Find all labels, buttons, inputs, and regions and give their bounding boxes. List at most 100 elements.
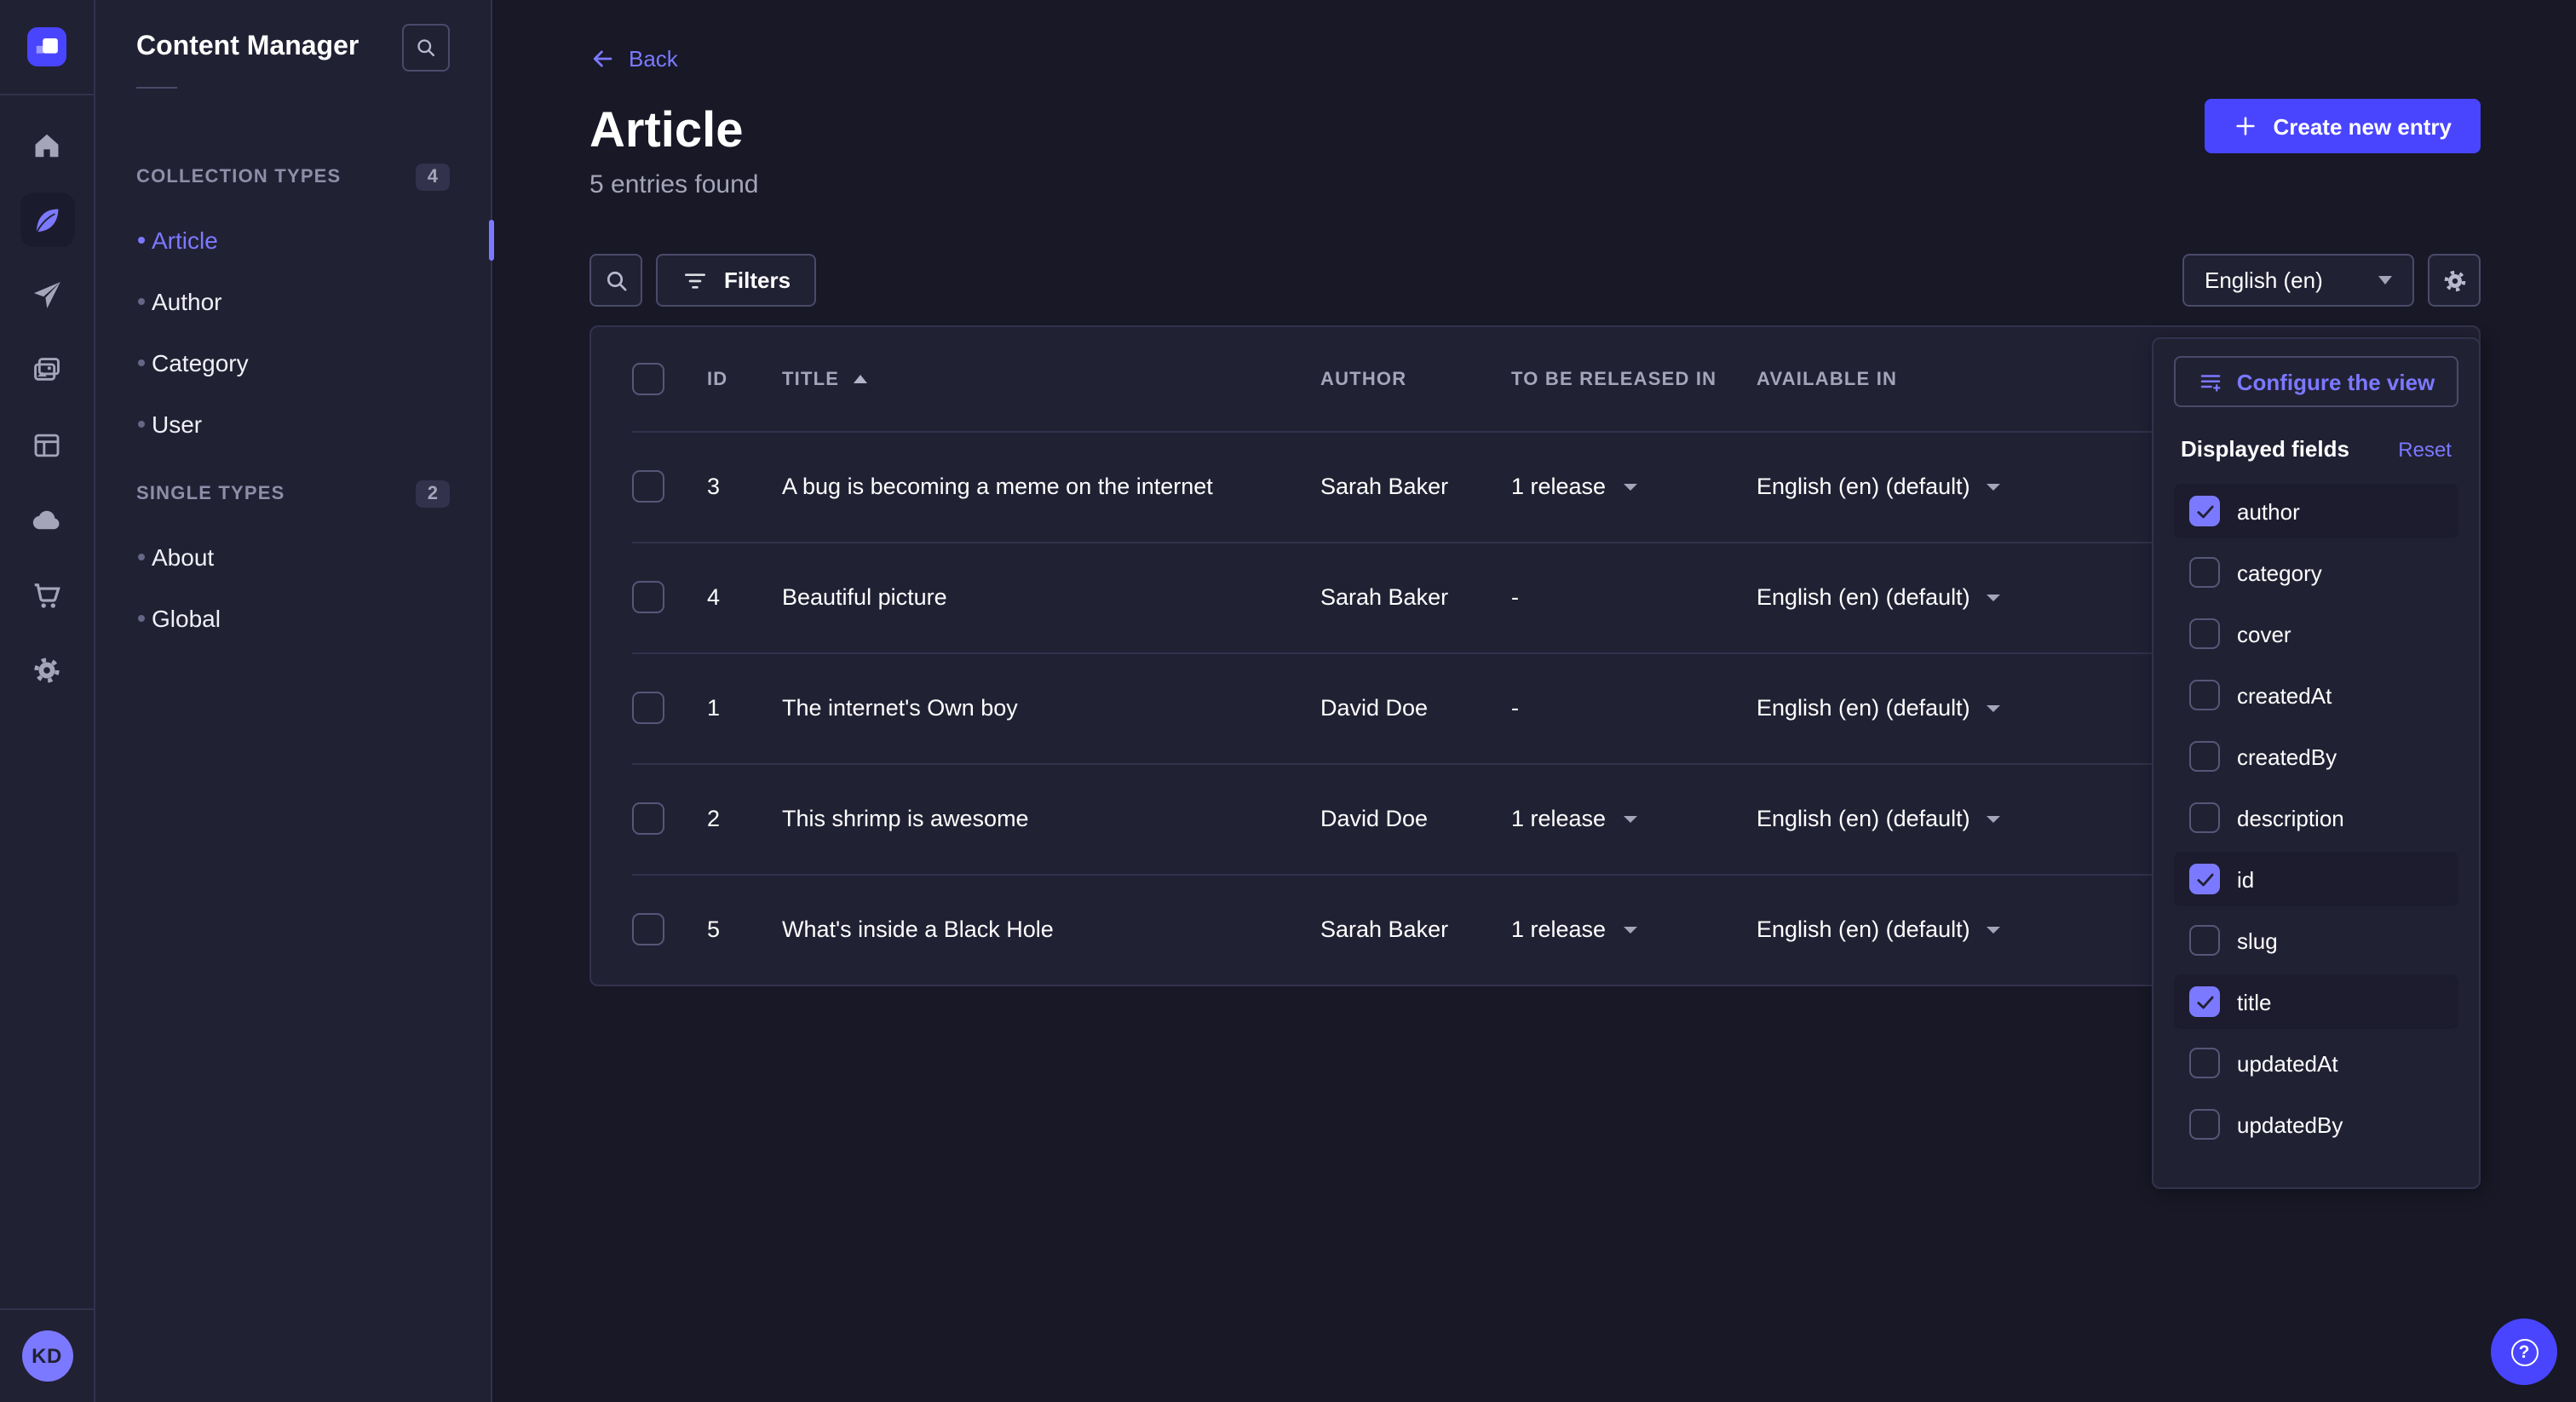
bullet-icon: [138, 615, 145, 622]
row-checkbox[interactable]: [632, 913, 664, 945]
view-settings-popover: Configure the view Displayed fields Rese…: [2152, 337, 2481, 1189]
subnav-item-global[interactable]: Global: [95, 588, 491, 649]
field-toggle-row[interactable]: id: [2174, 852, 2458, 906]
field-checkbox[interactable]: [2189, 864, 2220, 894]
back-link[interactable]: Back: [589, 46, 678, 72]
row-checkbox[interactable]: [632, 581, 664, 613]
cell-id: 2: [707, 806, 782, 831]
create-new-entry-button[interactable]: Create new entry: [2205, 99, 2481, 153]
cell-release: 1 release: [1511, 916, 1757, 942]
configure-list-icon: [2198, 369, 2223, 394]
reset-button[interactable]: Reset: [2398, 437, 2452, 461]
column-header-to-be-released-in[interactable]: TO BE RELEASED IN: [1511, 369, 1757, 389]
field-label: updatedAt: [2237, 1050, 2338, 1076]
subnav-divider: [136, 87, 177, 89]
chevron-down-icon[interactable]: [1623, 483, 1636, 490]
field-checkbox[interactable]: [2189, 496, 2220, 526]
rail-nav-item[interactable]: [20, 492, 74, 547]
rail-nav-item[interactable]: [20, 118, 74, 172]
field-toggle-row[interactable]: cover: [2174, 606, 2458, 661]
select-all-checkbox[interactable]: [632, 363, 664, 395]
check-icon: [2194, 991, 2216, 1013]
field-toggle-row[interactable]: description: [2174, 790, 2458, 845]
subnav-item-article[interactable]: Article: [95, 210, 491, 271]
field-toggle-row[interactable]: createdBy: [2174, 729, 2458, 784]
subnav-header: Content Manager: [95, 0, 491, 72]
chevron-down-icon[interactable]: [1987, 704, 2001, 711]
content-manager-app: KD Content Manager COLLECTION TYPES 4 Ar…: [0, 0, 2576, 1402]
rail-nav-item[interactable]: [20, 567, 74, 622]
rail-nav-item[interactable]: [20, 192, 74, 247]
field-checkbox[interactable]: [2189, 1109, 2220, 1140]
field-checkbox[interactable]: [2189, 618, 2220, 649]
create-new-entry-label: Create new entry: [2273, 113, 2452, 139]
column-header-id[interactable]: ID: [707, 369, 782, 389]
column-header-author[interactable]: AUTHOR: [1320, 369, 1511, 389]
field-checkbox[interactable]: [2189, 986, 2220, 1017]
configure-the-view-label: Configure the view: [2237, 369, 2435, 394]
gear-icon: [2441, 267, 2468, 294]
field-checkbox[interactable]: [2189, 802, 2220, 833]
field-checkbox[interactable]: [2189, 741, 2220, 772]
subnav-item-about[interactable]: About: [95, 526, 491, 588]
column-header-title[interactable]: TITLE: [782, 369, 1320, 389]
subnav-search-button[interactable]: [402, 24, 450, 72]
rail-nav-item[interactable]: [20, 342, 74, 397]
chevron-down-icon[interactable]: [1987, 483, 2001, 490]
field-checkbox[interactable]: [2189, 557, 2220, 588]
subnav-item-label: About: [152, 543, 214, 571]
content-manager-subnav: Content Manager COLLECTION TYPES 4 Artic…: [95, 0, 492, 1402]
filters-button[interactable]: Filters: [656, 254, 816, 307]
subnav-item-user[interactable]: User: [95, 394, 491, 455]
cell-title: The internet's Own boy: [782, 695, 1320, 721]
avatar[interactable]: KD: [21, 1330, 72, 1382]
page-title: Article: [589, 106, 2481, 157]
rail-nav-item[interactable]: [20, 267, 74, 322]
field-toggle-row[interactable]: updatedAt: [2174, 1036, 2458, 1090]
chevron-down-icon[interactable]: [1623, 926, 1636, 933]
chevron-down-icon[interactable]: [1623, 815, 1636, 822]
row-checkbox[interactable]: [632, 692, 664, 724]
locale-select[interactable]: English (en): [2182, 254, 2414, 307]
filter-icon: [681, 267, 709, 294]
row-checkbox[interactable]: [632, 470, 664, 503]
content-type-builder-icon: [31, 428, 63, 461]
field-label: cover: [2237, 621, 2291, 646]
back-label: Back: [629, 46, 678, 72]
field-toggle-row[interactable]: updatedBy: [2174, 1097, 2458, 1152]
field-label: title: [2237, 989, 2271, 1014]
chevron-down-icon[interactable]: [1987, 815, 2001, 822]
field-toggle-row[interactable]: category: [2174, 545, 2458, 600]
field-label: description: [2237, 805, 2344, 830]
chevron-down-icon[interactable]: [1987, 926, 2001, 933]
bullet-icon: [138, 359, 145, 366]
rail-nav-item[interactable]: [20, 417, 74, 472]
subnav-item-category[interactable]: Category: [95, 332, 491, 394]
question-mark-icon: ?: [2510, 1338, 2538, 1365]
content-manager-icon: [31, 204, 63, 236]
field-checkbox[interactable]: [2189, 680, 2220, 710]
configure-the-view-button[interactable]: Configure the view: [2174, 356, 2458, 407]
view-settings-gear-button[interactable]: [2428, 254, 2481, 307]
field-toggle-row[interactable]: author: [2174, 484, 2458, 538]
strapi-logo[interactable]: [27, 27, 66, 66]
chevron-down-icon[interactable]: [1987, 594, 2001, 600]
subnav-item-author[interactable]: Author: [95, 271, 491, 332]
help-button[interactable]: ?: [2491, 1319, 2557, 1385]
cell-release: -: [1511, 584, 1757, 610]
settings-icon: [31, 653, 63, 686]
home-icon: [31, 129, 63, 161]
row-checkbox[interactable]: [632, 802, 664, 835]
cell-author: Sarah Baker: [1320, 916, 1511, 942]
subnav-item-label: Category: [152, 349, 249, 376]
field-toggle-row[interactable]: createdAt: [2174, 668, 2458, 722]
field-checkbox[interactable]: [2189, 925, 2220, 956]
field-toggle-row[interactable]: slug: [2174, 913, 2458, 968]
field-toggle-row[interactable]: title: [2174, 974, 2458, 1029]
rail-nav-item[interactable]: [20, 642, 74, 697]
check-icon: [2194, 500, 2216, 522]
subnav-item-label: Author: [152, 288, 222, 315]
table-search-button[interactable]: [589, 254, 642, 307]
cell-release: 1 release: [1511, 474, 1757, 499]
field-checkbox[interactable]: [2189, 1048, 2220, 1078]
